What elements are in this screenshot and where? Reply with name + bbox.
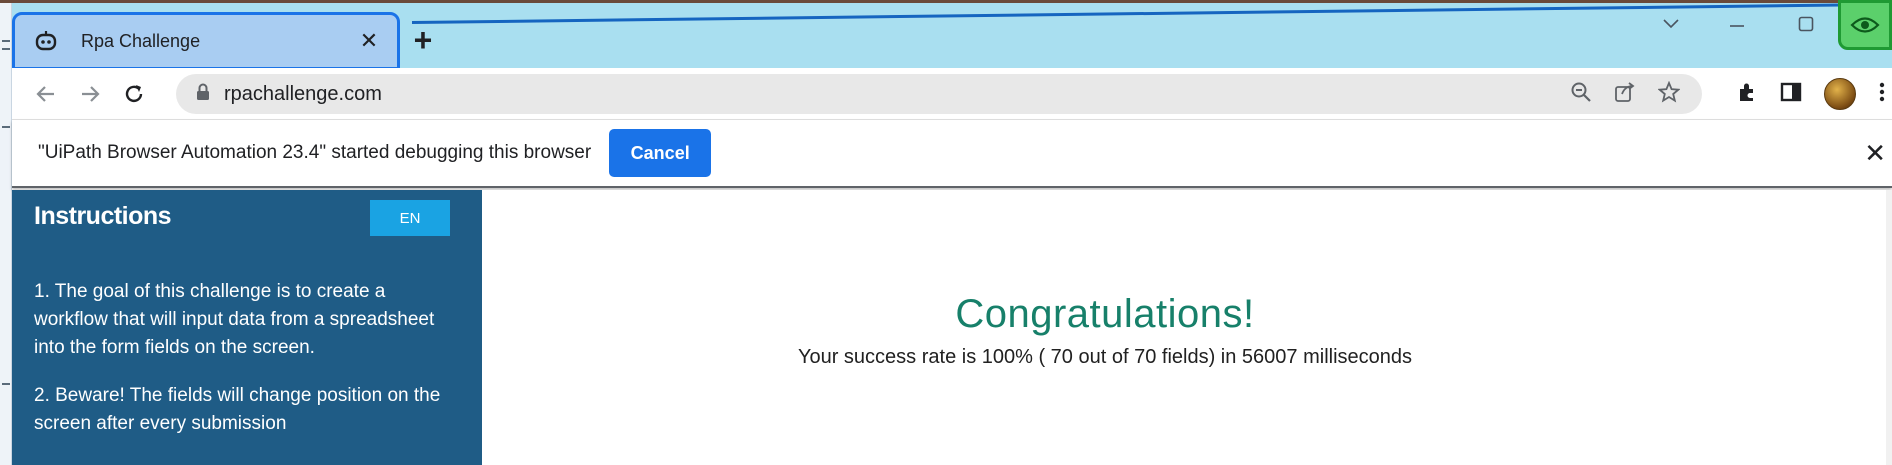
rail-mark [2,383,10,385]
reload-icon[interactable] [112,72,156,116]
close-icon[interactable]: ✕ [1864,138,1886,169]
rail-mark [2,48,10,50]
robot-icon [33,28,59,54]
tab-close-icon[interactable]: ✕ [357,28,381,54]
cancel-button[interactable]: Cancel [609,129,712,177]
new-tab-button[interactable]: + [408,24,438,56]
instructions-list: 1. The goal of this challenge is to crea… [34,278,454,458]
desktop-left-rail [0,0,12,465]
automation-eye-icon[interactable] [1838,0,1892,50]
instruction-item: 2. Beware! The fields will change positi… [34,385,441,434]
lock-icon [196,83,210,106]
congratulations-heading: Congratulations! [955,292,1255,336]
window-top-edge [0,0,1892,3]
address-bar[interactable]: rpachallenge.com [176,74,1702,114]
extensions-icon[interactable] [1736,81,1758,108]
language-button[interactable]: EN [370,200,450,236]
tab-title: Rpa Challenge [81,30,201,51]
instructions-panel: Instructions EN 1. The goal of this chal… [12,190,482,465]
instructions-title: Instructions [34,202,172,230]
bookmark-star-icon[interactable] [1657,80,1681,108]
minimize-icon[interactable] [1728,14,1746,35]
tab-rpa-challenge[interactable]: Rpa Challenge ✕ [12,12,400,70]
main-content: Congratulations! Your success rate is 10… [482,190,1892,465]
side-panel-icon[interactable] [1780,81,1802,108]
browser-toolbar: rpachallenge.com [12,68,1892,120]
result-text: Your success rate is 100% ( 70 out of 70… [797,346,1413,368]
menu-icon[interactable] [1878,81,1886,108]
automation-highlight-line [411,3,1872,24]
page-scrollbar[interactable] [1886,190,1892,465]
profile-avatar[interactable] [1824,78,1856,110]
url-text: rpachallenge.com [224,82,382,105]
instruction-item: 1. The goal of this challenge is to crea… [34,281,435,358]
rail-mark [2,126,10,128]
share-icon[interactable] [1614,81,1636,108]
back-icon[interactable] [24,72,68,116]
infobar-message: "UiPath Browser Automation 23.4" started… [38,142,592,163]
forward-icon[interactable] [68,72,112,116]
rail-mark [2,40,10,42]
maximize-icon[interactable] [1798,16,1814,37]
zoom-out-icon[interactable] [1570,81,1592,108]
chevron-down-icon[interactable] [1662,14,1680,35]
debugging-infobar: "UiPath Browser Automation 23.4" started… [12,120,1892,188]
